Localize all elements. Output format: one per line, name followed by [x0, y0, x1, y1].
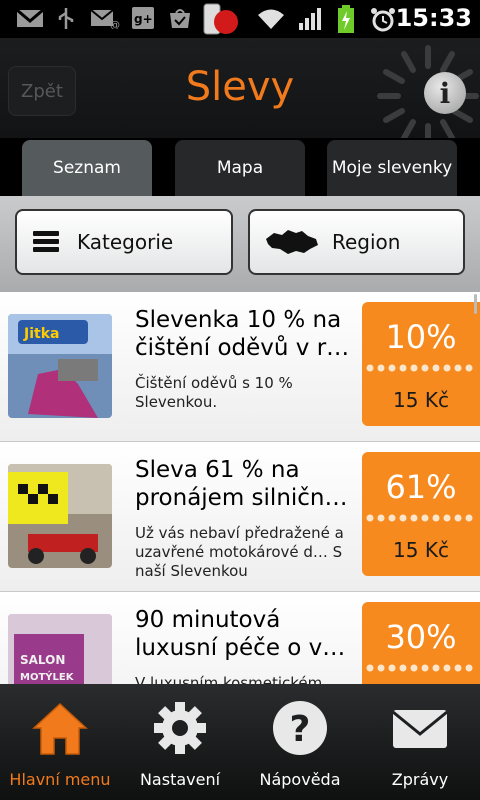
nav-label: Zprávy [391, 770, 449, 789]
deal-price: 15 Kč [393, 538, 449, 562]
deal-thumbnail: Jitka [8, 314, 112, 418]
nav-hlavni-menu[interactable]: Hlavní menu [0, 684, 120, 800]
discount-coupon: 30% [362, 602, 480, 684]
tab-seznam[interactable]: Seznam [22, 140, 152, 196]
google-plus-icon: g+ [132, 7, 154, 29]
svg-text:g+: g+ [134, 12, 153, 26]
discount-percent: 30% [385, 618, 457, 656]
home-icon [32, 702, 88, 755]
bottom-navigation: Hlavní menu Nastavení ? Nápověda Zprávy [0, 684, 480, 800]
battery-charging-icon [338, 5, 354, 33]
nav-nastaveni[interactable]: Nastavení [120, 684, 240, 800]
coupon-perforation [366, 664, 473, 672]
svg-text:SALON: SALON [20, 653, 65, 667]
wifi-icon [258, 9, 284, 29]
mail-icon [392, 710, 448, 748]
region-label: Region [332, 230, 401, 254]
category-label: Kategorie [77, 230, 174, 254]
deal-price: 15 Kč [393, 388, 449, 412]
czech-map-icon [266, 230, 318, 254]
filter-bar: Kategorie Region [0, 196, 480, 292]
deal-thumbnail [8, 464, 112, 568]
gear-icon [154, 702, 206, 754]
deal-title: Sleva 61 % na pronájem silničn… [135, 457, 348, 511]
app-header: Zpět Slevy i [0, 38, 480, 138]
nav-label: Hlavní menu [9, 770, 111, 789]
discount-percent: 61% [385, 468, 457, 506]
gmail-icon [16, 8, 44, 27]
discount-coupon: 61% 15 Kč [362, 452, 480, 576]
email-icon: @ [90, 9, 120, 29]
usb-icon [58, 8, 74, 29]
deal-thumbnail: SALON MOTÝLEK [8, 614, 112, 684]
nav-napoveda[interactable]: ? Nápověda [240, 684, 360, 800]
list-scrollbar[interactable] [474, 294, 477, 314]
coupon-perforation [366, 514, 473, 522]
nav-label: Nápověda [259, 770, 341, 789]
status-bar: @ g+ 15:33 [0, 0, 480, 38]
help-icon: ? [273, 701, 327, 755]
app-notification-icon [203, 3, 238, 35]
deal-description: Už vás nebaví předražené a uzavřené moto… [135, 524, 344, 580]
deal-title: 90 minutová luxusní péče o v… [135, 607, 346, 661]
category-button[interactable]: Kategorie [15, 209, 233, 275]
tab-moje-slevenky[interactable]: Moje slevenky [327, 140, 457, 196]
deal-description: V luxusním kosmetickém… [135, 674, 338, 684]
deal-description: Čištění oděvů s 10 % Slevenkou. [135, 374, 293, 411]
discount-percent: 10% [385, 318, 457, 356]
deal-item[interactable]: Jitka Slevenka 10 % na čištění oděvů v r… [0, 292, 480, 442]
svg-text:?: ? [290, 709, 311, 750]
deals-list: Jitka Slevenka 10 % na čištění oděvů v r… [0, 292, 480, 684]
list-icon [33, 231, 59, 252]
info-icon: i [439, 76, 451, 110]
nav-label: Nastavení [139, 770, 221, 789]
clock: 15:33 [395, 4, 472, 32]
deal-item[interactable]: SALON MOTÝLEK 90 minutová luxusní péče o… [0, 592, 480, 684]
region-button[interactable]: Region [248, 209, 465, 275]
svg-text:MOTÝLEK: MOTÝLEK [20, 670, 75, 683]
svg-text:Jitka: Jitka [23, 326, 59, 342]
deal-item[interactable]: Sleva 61 % na pronájem silničn… Už vás n… [0, 442, 480, 592]
alarm-icon [371, 8, 395, 32]
discount-coupon: 10% 15 Kč [362, 302, 480, 426]
market-icon [170, 9, 190, 28]
nav-zpravy[interactable]: Zprávy [360, 684, 480, 800]
tab-mapa[interactable]: Mapa [175, 140, 305, 196]
svg-text:@: @ [110, 20, 120, 29]
deal-title: Slevenka 10 % na čištění oděvů v r… [135, 307, 350, 361]
tab-bar: Seznam Mapa Moje slevenky [0, 138, 480, 196]
coupon-perforation [366, 364, 473, 372]
info-button[interactable]: i [424, 72, 466, 114]
signal-icon [299, 8, 321, 30]
